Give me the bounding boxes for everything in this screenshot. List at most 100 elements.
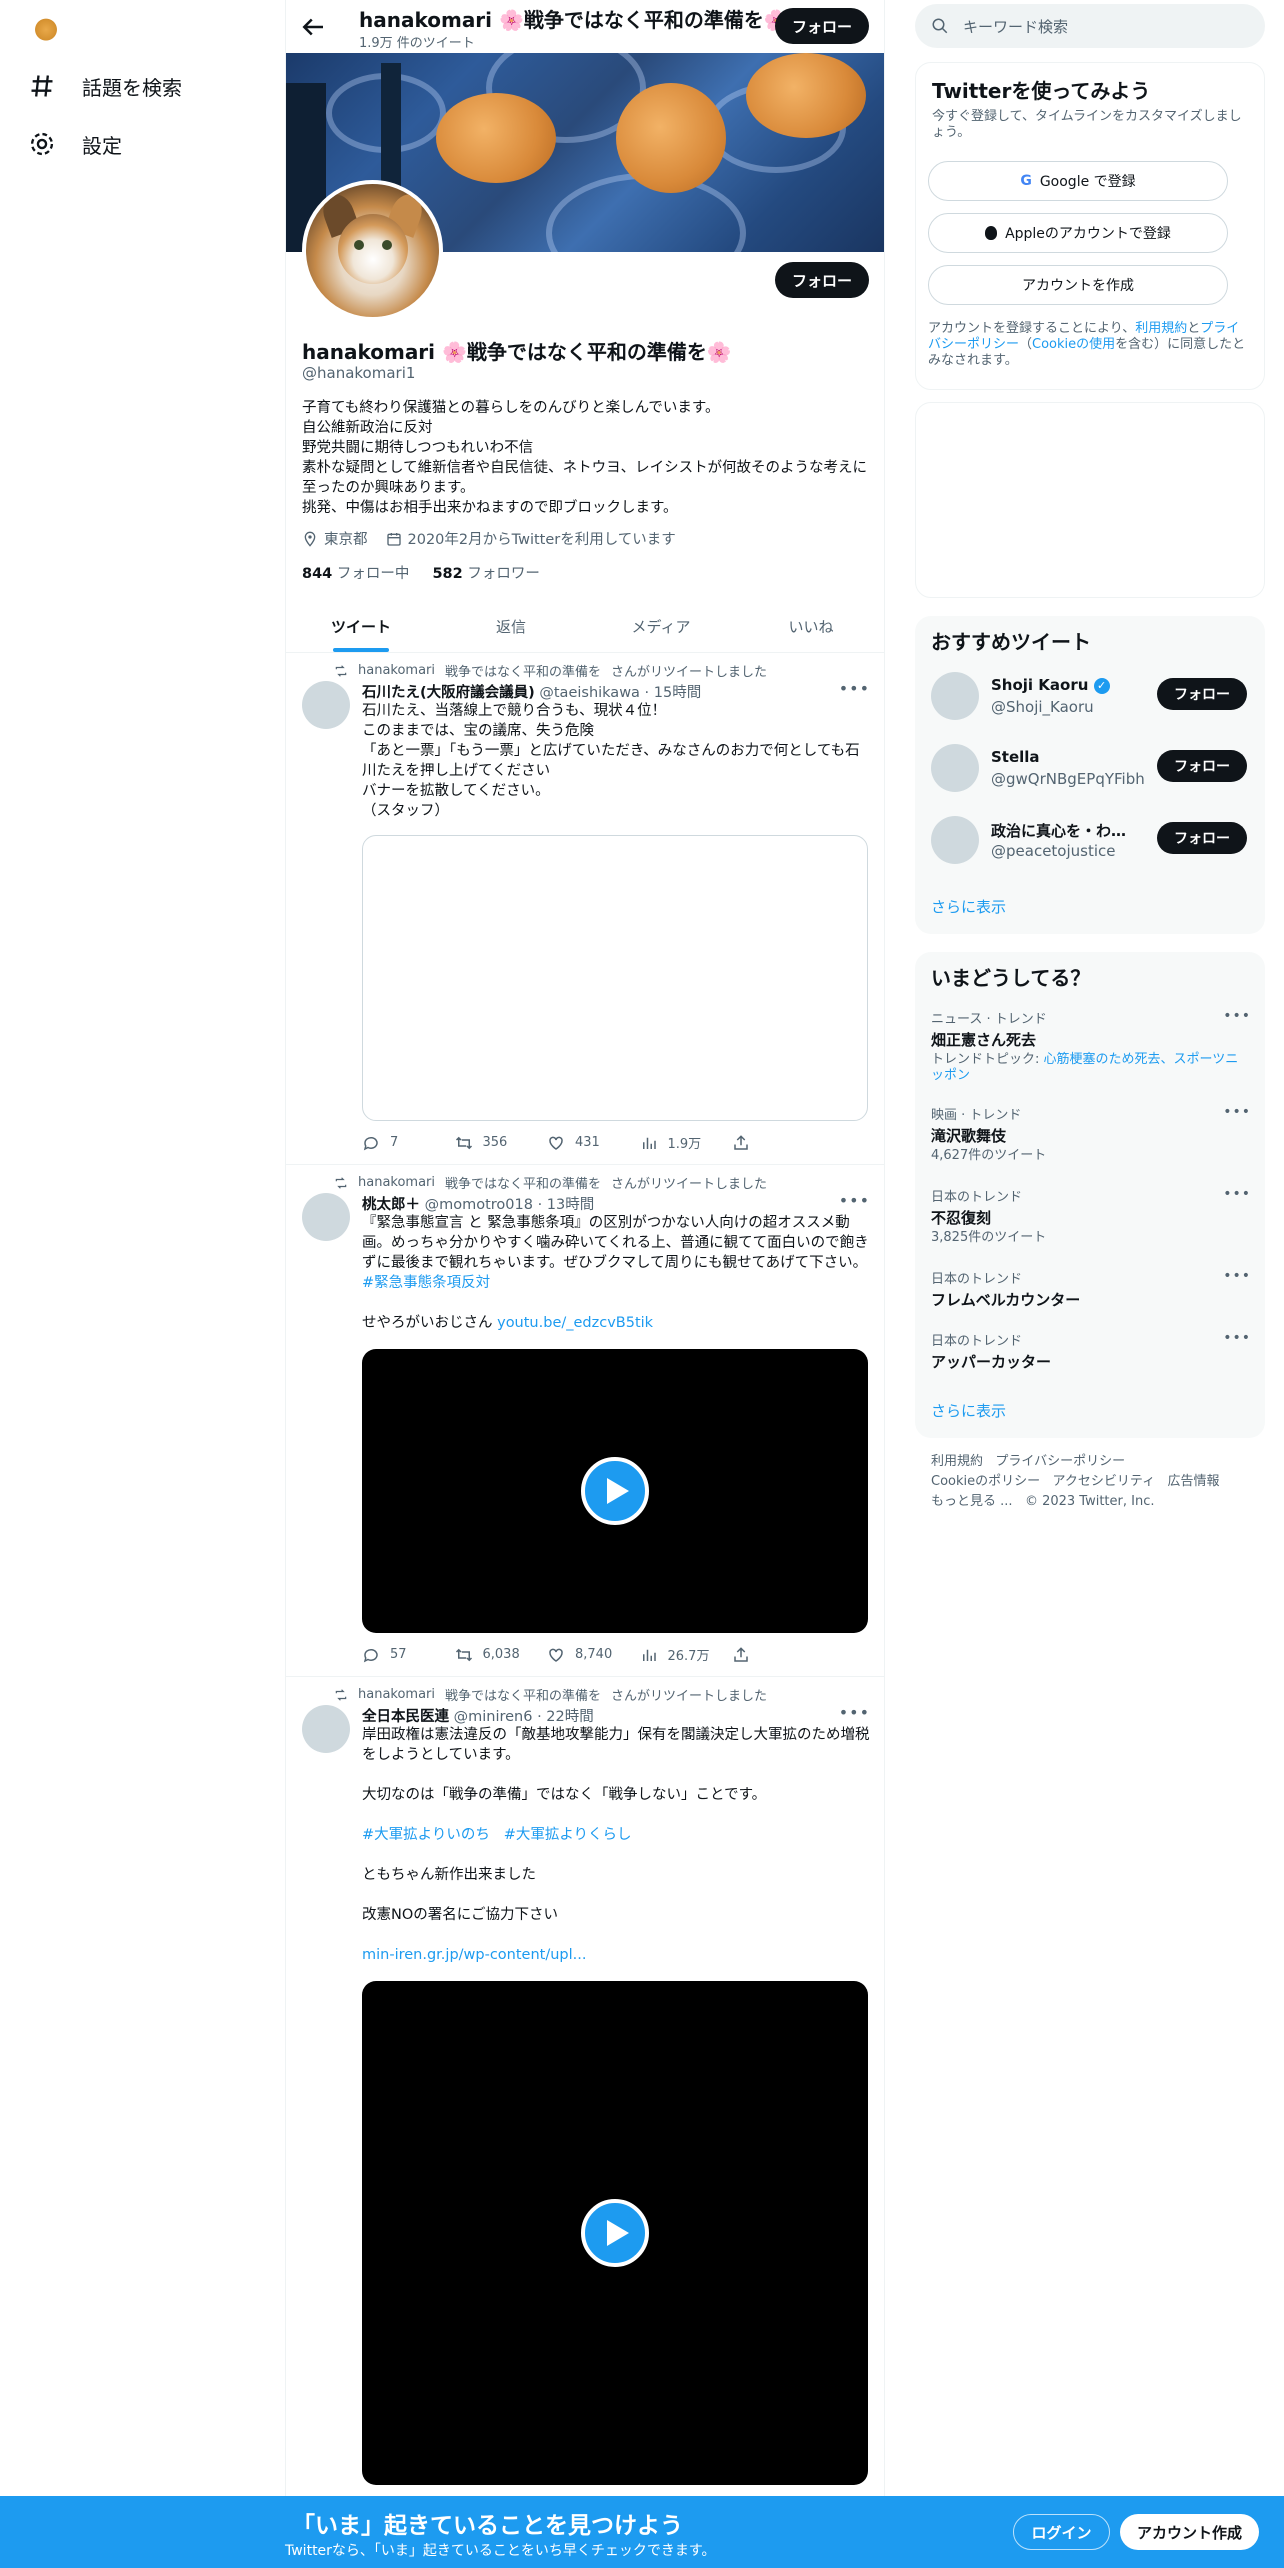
tab-media[interactable]: メディア: [586, 600, 736, 652]
avatar[interactable]: [302, 1193, 350, 1241]
location-text: 東京都: [324, 532, 368, 548]
tweet-video[interactable]: [362, 1349, 868, 1633]
youtube-link[interactable]: youtu.be/_edzcvB5tik: [497, 1315, 653, 1331]
more-options-icon[interactable]: •••: [1223, 1104, 1251, 1120]
more-options-icon[interactable]: •••: [839, 679, 870, 698]
trend-item[interactable]: 映画 · トレンド 滝沢歌舞伎 4,627件のツイート •••: [931, 1104, 1251, 1164]
footer-ads-link[interactable]: 広告情報: [1168, 1474, 1220, 1489]
reply-button[interactable]: 7: [362, 1133, 450, 1152]
author-name[interactable]: 全日本民医連: [362, 1709, 449, 1725]
retweeter-name[interactable]: hanakomari: [358, 663, 435, 678]
avatar[interactable]: [302, 1705, 350, 1753]
follow-button[interactable]: フォロー: [1157, 822, 1247, 854]
author-handle-time[interactable]: @momotro018 · 13時間: [425, 1197, 595, 1213]
retweet-button[interactable]: 6,038: [455, 1645, 543, 1664]
footer-cookie-link[interactable]: Cookieのポリシー: [931, 1474, 1040, 1489]
show-more-link[interactable]: さらに表示: [931, 896, 1006, 917]
hashtag-link[interactable]: #緊急事態条項反対: [362, 1275, 490, 1291]
suggested-user[interactable]: Shoji Kaoru ✓ @Shoji_Kaoru フォロー: [931, 670, 1251, 722]
retweeter-name[interactable]: hanakomari: [358, 1687, 435, 1702]
terms-link[interactable]: 利用規約: [1135, 321, 1187, 336]
like-button[interactable]: 8,740: [547, 1645, 635, 1664]
nav-explore[interactable]: 話題を検索: [28, 66, 182, 106]
suggested-user[interactable]: Stella @gwQrNBgEPqYFibh フォロー: [931, 742, 1251, 794]
signup-button[interactable]: アカウント作成: [1120, 2514, 1259, 2550]
play-button[interactable]: [581, 1457, 649, 1525]
search-box[interactable]: キーワード検索: [915, 4, 1265, 48]
joined-text: 2020年2月からTwitterを利用しています: [407, 532, 676, 548]
more-options-icon[interactable]: •••: [1223, 1186, 1251, 1202]
author-name[interactable]: 石川たえ(大阪府議会議員): [362, 685, 535, 701]
reply-button[interactable]: 57: [362, 1645, 450, 1664]
share-button[interactable]: [732, 1133, 792, 1152]
following-label: フォロー中: [336, 566, 410, 582]
trend-item[interactable]: 日本のトレンド 不忍復刻 3,825件のツイート •••: [931, 1186, 1251, 1246]
tweet[interactable]: hanakomari 戦争ではなく平和の準備を さんがリツイートしました 石川た…: [286, 653, 884, 1165]
tweet-image[interactable]: [362, 835, 868, 1121]
views-button[interactable]: 1.9万: [640, 1133, 728, 1152]
retweet-icon: [455, 1136, 472, 1149]
follow-button[interactable]: フォロー: [1157, 750, 1247, 782]
author-name[interactable]: 桃太郎＋: [362, 1197, 420, 1213]
tab-replies[interactable]: 返信: [436, 600, 586, 652]
profile-avatar[interactable]: [302, 180, 443, 321]
tweet-line: 「あと一票」「もう一票」と広げていただき、みなさんのお力で何としても石川たえを押…: [362, 743, 860, 779]
create-account-label: アカウントを作成: [1022, 278, 1134, 294]
author-handle-time[interactable]: @miniren6 · 22時間: [454, 1709, 594, 1725]
footer-privacy-link[interactable]: プライバシーポリシー: [995, 1454, 1125, 1469]
more-options-icon[interactable]: •••: [839, 1191, 870, 1210]
retweeter-name[interactable]: hanakomari: [358, 1175, 435, 1190]
bottom-bar-title: 「いま」起きていることを見つけよう: [292, 2513, 683, 2539]
tweet[interactable]: hanakomari 戦争ではなく平和の準備を さんがリツイートしました 桃太郎…: [286, 1165, 884, 1677]
tweet-header: 桃太郎＋ @momotro018 · 13時間: [362, 1193, 594, 1214]
author-handle-time[interactable]: @taeishikawa · 15時間: [539, 685, 701, 701]
hashtag-link[interactable]: #大軍拡よりくらし: [504, 1827, 632, 1843]
cookie-link[interactable]: Cookieの使用: [1032, 337, 1115, 352]
avatar[interactable]: [931, 744, 979, 792]
apple-signup-button[interactable]: Appleのアカウントで登録: [928, 213, 1228, 253]
more-options-icon[interactable]: •••: [1223, 1268, 1251, 1284]
create-account-button[interactable]: アカウントを作成: [928, 265, 1228, 305]
retweet-button[interactable]: 356: [455, 1133, 543, 1152]
trend-title: フレムベルカウンター: [931, 1291, 1081, 1309]
tweet[interactable]: hanakomari 戦争ではなく平和の準備を さんがリツイートしました 全日本…: [286, 1677, 884, 2507]
back-arrow-icon[interactable]: [298, 12, 328, 42]
views-button[interactable]: 26.7万: [640, 1645, 728, 1664]
trend-item[interactable]: 日本のトレンド アッパーカッター •••: [931, 1330, 1251, 1372]
followers-link[interactable]: 582 フォロワー: [432, 566, 539, 582]
profile-follow-button[interactable]: フォロー: [775, 262, 869, 298]
avatar[interactable]: [302, 681, 350, 729]
site-logo[interactable]: [30, 12, 62, 44]
nav-settings[interactable]: 設定: [28, 124, 122, 164]
login-button[interactable]: ログイン: [1013, 2514, 1110, 2550]
play-button[interactable]: [581, 2199, 649, 2267]
avatar[interactable]: [931, 816, 979, 864]
follow-button[interactable]: フォロー: [1157, 678, 1247, 710]
profile-tabs: ツイート 返信 メディア いいね: [286, 600, 884, 653]
like-button[interactable]: 431: [547, 1133, 635, 1152]
tweet-video[interactable]: [362, 1981, 868, 2485]
hashtag-link[interactable]: #大軍拡よりいのち: [362, 1827, 490, 1843]
following-link[interactable]: 844 フォロー中: [302, 566, 409, 582]
external-link[interactable]: min-iren.gr.jp/wp-content/upl...: [362, 1947, 586, 1963]
views-icon: [642, 1137, 656, 1149]
tab-tweets[interactable]: ツイート: [286, 600, 436, 652]
footer-terms-link[interactable]: 利用規約: [931, 1454, 983, 1469]
footer-accessibility-link[interactable]: アクセシビリティ: [1053, 1474, 1156, 1489]
trend-item[interactable]: 日本のトレンド フレムベルカウンター •••: [931, 1268, 1251, 1310]
more-options-icon[interactable]: •••: [1223, 1330, 1251, 1346]
retweet-icon: [455, 1648, 472, 1661]
suggested-user[interactable]: 政治に真心を・わきまえない... @peacetojustice フォロー: [931, 814, 1251, 866]
header-follow-button[interactable]: フォロー: [775, 8, 869, 44]
avatar[interactable]: [931, 672, 979, 720]
share-button[interactable]: [732, 1645, 792, 1664]
more-options-icon[interactable]: •••: [1223, 1008, 1251, 1024]
more-options-icon[interactable]: •••: [839, 1703, 870, 1722]
copyright: © 2023 Twitter, Inc.: [1024, 1494, 1155, 1509]
google-signup-button[interactable]: G Google で登録: [928, 161, 1228, 201]
footer-more-link[interactable]: もっと見る ...: [931, 1494, 1013, 1509]
trend-item[interactable]: ニュース · トレンド 畑正憲さん死去 トレンドトピック: 心筋梗塞のため死去、…: [931, 1008, 1251, 1084]
tab-likes[interactable]: いいね: [736, 600, 884, 652]
tweet-actions: 7 356 431 1.9万: [362, 1133, 792, 1152]
show-more-link[interactable]: さらに表示: [931, 1400, 1006, 1421]
